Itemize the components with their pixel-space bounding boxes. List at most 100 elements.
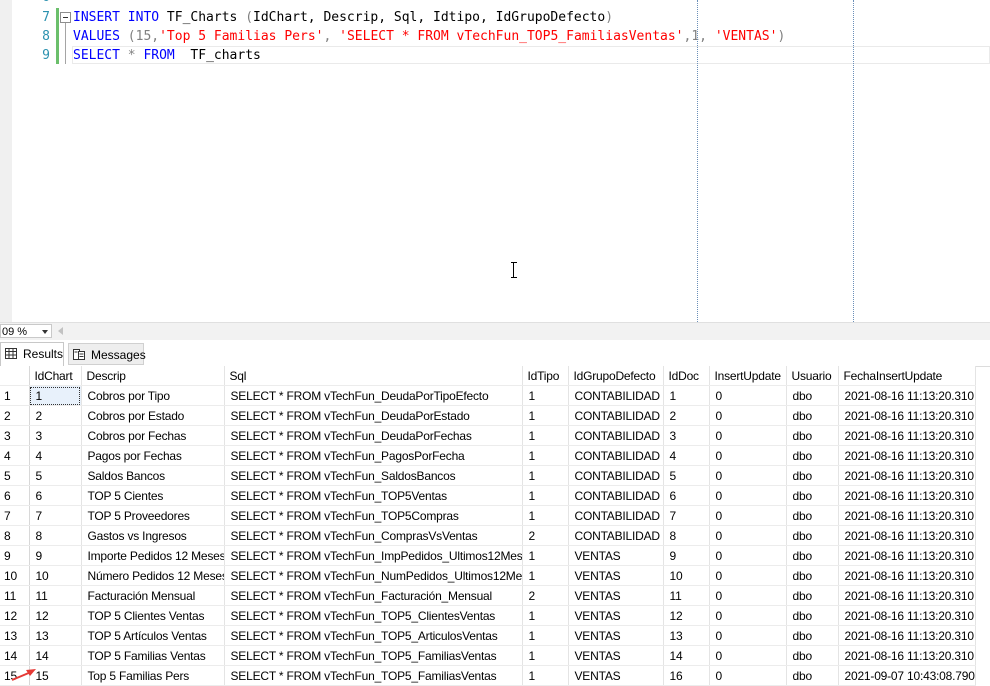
results-grid[interactable]: IdChart Descrip Sql IdTipo IdGrupoDefect… (0, 366, 976, 686)
grid-cell[interactable]: 0 (709, 425, 787, 446)
grid-cell[interactable]: 1 (29, 385, 82, 406)
row-number[interactable]: 13 (0, 625, 30, 646)
column-header[interactable]: IdTipo (522, 366, 569, 386)
grid-cell[interactable]: TOP 5 Clientes Ventas (81, 605, 225, 626)
grid-cell[interactable]: dbo (786, 505, 839, 526)
grid-cell[interactable]: 2021-08-16 11:13:20.310 (838, 465, 976, 486)
table-row[interactable]: 3 3 Cobros por Fechas SELECT * FROM vTechFu… (0, 425, 976, 446)
query-editor[interactable]: 6 7 8 9 INSERT INTO TF_Charts (IdChart, … (0, 0, 990, 322)
row-number-header[interactable] (0, 366, 30, 386)
grid-cell[interactable]: SELECT * FROM vTechFun_TOP5_ClientesVent… (224, 605, 523, 626)
grid-cell[interactable]: 2021-08-16 11:13:20.310 (838, 485, 976, 506)
grid-cell[interactable]: SELECT * FROM vTechFun_TOP5_FamiliasVent… (224, 665, 523, 686)
table-row[interactable]: 2 2 Cobros por Estado SELECT * FROM vTechFu… (0, 405, 976, 426)
grid-cell[interactable]: 7 (29, 505, 82, 526)
scroll-left-icon[interactable] (58, 327, 63, 335)
zoom-dropdown[interactable]: 09 % (0, 324, 52, 338)
grid-cell[interactable]: CONTABILIDAD (568, 405, 664, 426)
row-number[interactable]: 4 (0, 445, 30, 466)
row-number[interactable]: 11 (0, 585, 30, 606)
grid-cell[interactable]: 2021-08-16 11:13:20.310 (838, 425, 976, 446)
grid-cell[interactable]: 0 (709, 625, 787, 646)
grid-cell[interactable]: 0 (709, 385, 787, 406)
table-row[interactable]: 4 4 Pagos por Fechas SELECT * FROM vTechFun… (0, 445, 976, 466)
grid-cell[interactable]: dbo (786, 645, 839, 666)
grid-cell[interactable]: Pagos por Fechas (81, 445, 225, 466)
grid-cell[interactable]: 2021-09-07 10:43:08.790 (838, 665, 976, 686)
grid-cell[interactable]: 1 (522, 665, 569, 686)
grid-cell[interactable]: 14 (29, 645, 82, 666)
grid-cell[interactable]: CONTABILIDAD (568, 425, 664, 446)
grid-cell[interactable]: 14 (663, 645, 710, 666)
grid-cell[interactable]: VENTAS (568, 665, 664, 686)
grid-cell[interactable]: Cobros por Estado (81, 405, 225, 426)
table-row[interactable]: 10 10 Número Pedidos 12 Meses SELECT * FROM… (0, 565, 976, 586)
table-row[interactable]: 13 13 TOP 5 Artículos Ventas SELECT * FROM … (0, 625, 976, 646)
grid-cell[interactable]: 4 (663, 445, 710, 466)
column-header[interactable]: Descrip (81, 366, 225, 386)
grid-cell[interactable]: VENTAS (568, 565, 664, 586)
grid-cell[interactable]: 2 (29, 405, 82, 426)
grid-cell[interactable]: 9 (663, 545, 710, 566)
grid-cell[interactable]: 8 (29, 525, 82, 546)
grid-cell[interactable]: 2021-08-16 11:13:20.310 (838, 525, 976, 546)
grid-cell[interactable]: 2 (522, 525, 569, 546)
grid-cell[interactable]: 10 (663, 565, 710, 586)
column-header[interactable]: Sql (224, 366, 523, 386)
grid-cell[interactable]: 0 (709, 405, 787, 426)
column-header[interactable]: IdGrupoDefecto (568, 366, 664, 386)
grid-cell[interactable]: 1 (522, 605, 569, 626)
grid-cell[interactable]: 0 (709, 585, 787, 606)
grid-cell[interactable]: SELECT * FROM vTechFun_PagosPorFecha (224, 445, 523, 466)
grid-cell[interactable]: dbo (786, 605, 839, 626)
grid-cell[interactable]: 1 (522, 645, 569, 666)
grid-cell[interactable]: dbo (786, 485, 839, 506)
column-header[interactable]: FechaInsertUpdate (838, 366, 976, 386)
tab-results[interactable]: Results (0, 342, 64, 366)
grid-cell[interactable]: dbo (786, 465, 839, 486)
grid-cell[interactable]: 2021-08-16 11:13:20.310 (838, 385, 976, 406)
grid-cell[interactable]: 2 (522, 585, 569, 606)
grid-cell[interactable]: 0 (709, 465, 787, 486)
grid-cell[interactable]: VENTAS (568, 545, 664, 566)
grid-cell[interactable]: 0 (709, 445, 787, 466)
grid-cell[interactable]: TOP 5 Artículos Ventas (81, 625, 225, 646)
row-number[interactable]: 3 (0, 425, 30, 446)
grid-cell[interactable]: SELECT * FROM vTechFun_DeudaPorTipoEfect… (224, 385, 523, 406)
tab-messages[interactable]: Messages (68, 343, 146, 365)
table-row[interactable]: 12 12 TOP 5 Clientes Ventas SELECT * FROM v… (0, 605, 976, 626)
grid-cell[interactable]: Número Pedidos 12 Meses (81, 565, 225, 586)
grid-cell[interactable]: 0 (709, 545, 787, 566)
grid-cell[interactable]: SELECT * FROM vTechFun_TOP5_FamiliasVent… (224, 645, 523, 666)
grid-cell[interactable]: 0 (709, 525, 787, 546)
grid-cell[interactable]: SELECT * FROM vTechFun_SaldosBancos (224, 465, 523, 486)
grid-cell[interactable]: 3 (663, 425, 710, 446)
grid-cell[interactable]: dbo (786, 625, 839, 646)
grid-cell[interactable]: Importe Pedidos 12 Meses (81, 545, 225, 566)
grid-cell[interactable]: SELECT * FROM vTechFun_ComprasVsVentas (224, 525, 523, 546)
grid-cell[interactable]: 2021-08-16 11:13:20.310 (838, 585, 976, 606)
grid-cell[interactable]: dbo (786, 565, 839, 586)
grid-cell[interactable]: 1 (522, 445, 569, 466)
grid-cell[interactable]: dbo (786, 545, 839, 566)
grid-cell[interactable]: 0 (709, 605, 787, 626)
grid-cell[interactable]: 2021-08-16 11:13:20.310 (838, 445, 976, 466)
grid-cell[interactable]: dbo (786, 385, 839, 406)
grid-cell[interactable]: CONTABILIDAD (568, 525, 664, 546)
grid-cell[interactable]: 2021-08-16 11:13:20.310 (838, 625, 976, 646)
grid-cell[interactable]: 1 (522, 565, 569, 586)
grid-cell[interactable]: 0 (709, 505, 787, 526)
grid-cell[interactable]: 11 (663, 585, 710, 606)
grid-cell[interactable]: VENTAS (568, 605, 664, 626)
grid-cell[interactable]: dbo (786, 525, 839, 546)
grid-cell[interactable]: SELECT * FROM vTechFun_TOP5Compras (224, 505, 523, 526)
grid-cell[interactable]: 6 (663, 485, 710, 506)
grid-cell[interactable]: 16 (663, 665, 710, 686)
grid-cell[interactable]: 1 (522, 425, 569, 446)
grid-cell[interactable]: 2021-08-16 11:13:20.310 (838, 545, 976, 566)
grid-cell[interactable]: 1 (522, 485, 569, 506)
grid-cell[interactable]: 12 (663, 605, 710, 626)
grid-cell[interactable]: 12 (29, 605, 82, 626)
grid-cell[interactable]: 1 (522, 465, 569, 486)
grid-cell[interactable]: Saldos Bancos (81, 465, 225, 486)
